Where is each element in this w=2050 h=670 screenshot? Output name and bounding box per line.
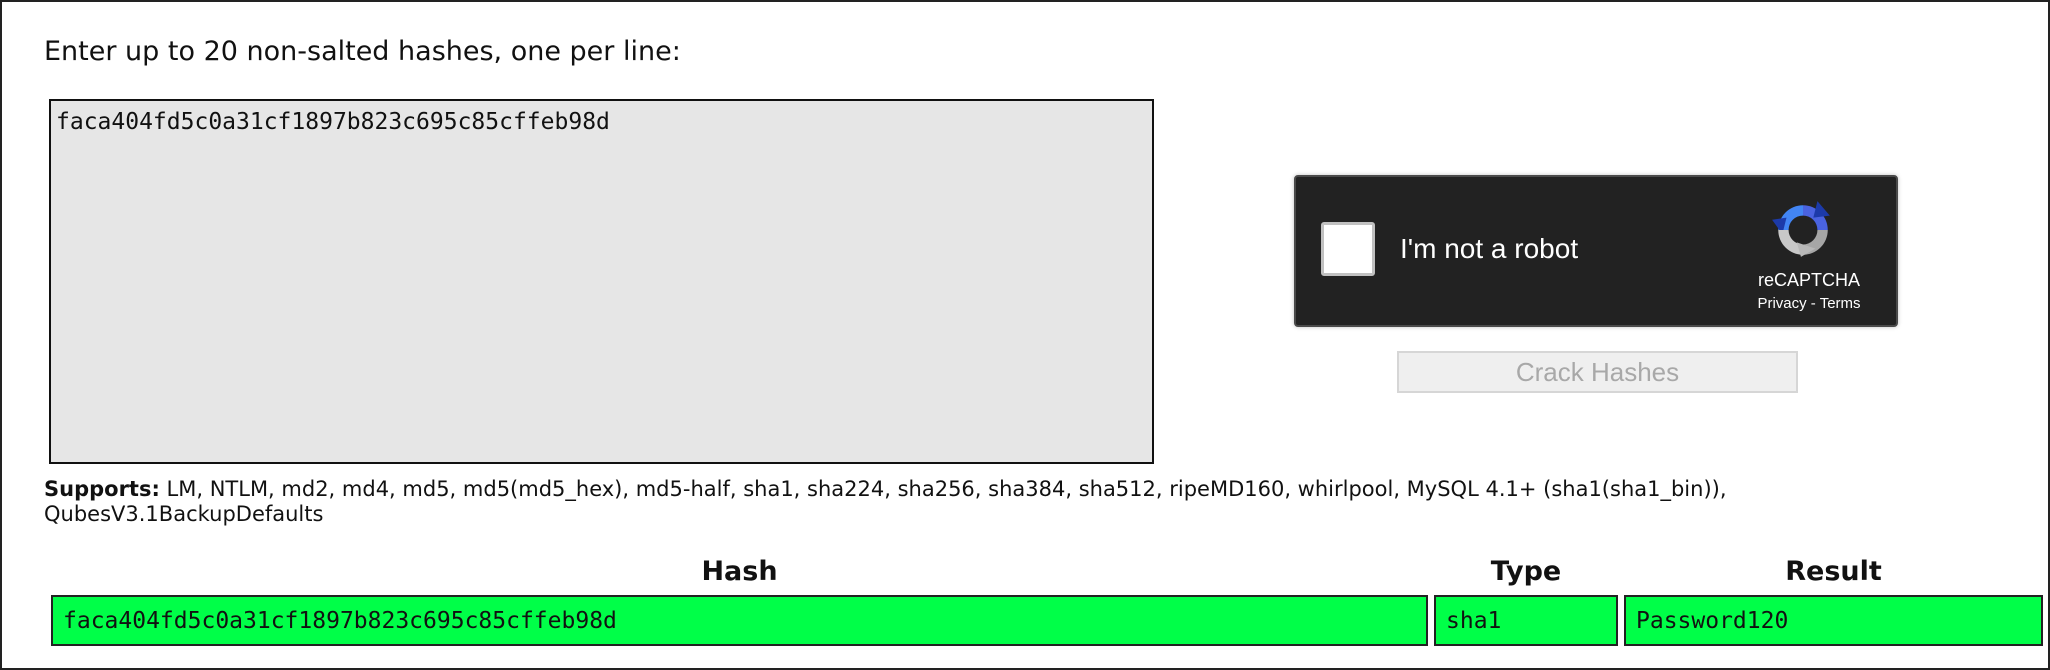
recaptcha-widget: I'm not a robot reCAPTCHA Privacy - Term… [1294,175,1898,327]
hash-cell: faca404fd5c0a31cf1897b823c695c85cffeb98d [51,595,1428,646]
hash-input[interactable]: faca404fd5c0a31cf1897b823c695c85cffeb98d [49,99,1154,464]
recaptcha-links: Privacy - Terms [1744,295,1874,312]
privacy-link[interactable]: Privacy [1757,295,1806,312]
supports-label: Supports: [44,477,160,501]
type-column-header: Type [1490,556,1562,587]
type-cell: sha1 [1434,595,1618,646]
result-column-header: Result [1785,556,1882,587]
recaptcha-label: I'm not a robot [1400,233,1579,264]
supports-list: LM, NTLM, md2, md4, md5, md5(md5_hex), m… [44,477,1727,526]
recaptcha-checkbox[interactable] [1321,222,1375,276]
instructions-label: Enter up to 20 non-salted hashes, one pe… [44,36,681,67]
table-row: faca404fd5c0a31cf1897b823c695c85cffeb98d… [51,595,2043,646]
hash-column-header: Hash [701,556,778,587]
results-table: Hash Type Result faca404fd5c0a31cf1897b8… [45,550,2049,652]
terms-link[interactable]: Terms [1820,295,1861,312]
links-separator: - [1806,295,1820,312]
recaptcha-brand: reCAPTCHA [1757,270,1860,290]
supported-formats: Supports: LM, NTLM, md2, md4, md5, md5(m… [44,477,2004,527]
recaptcha-logo-icon [1772,201,1830,257]
crack-hashes-button[interactable]: Crack Hashes [1397,351,1798,393]
result-cell: Password120 [1624,595,2043,646]
